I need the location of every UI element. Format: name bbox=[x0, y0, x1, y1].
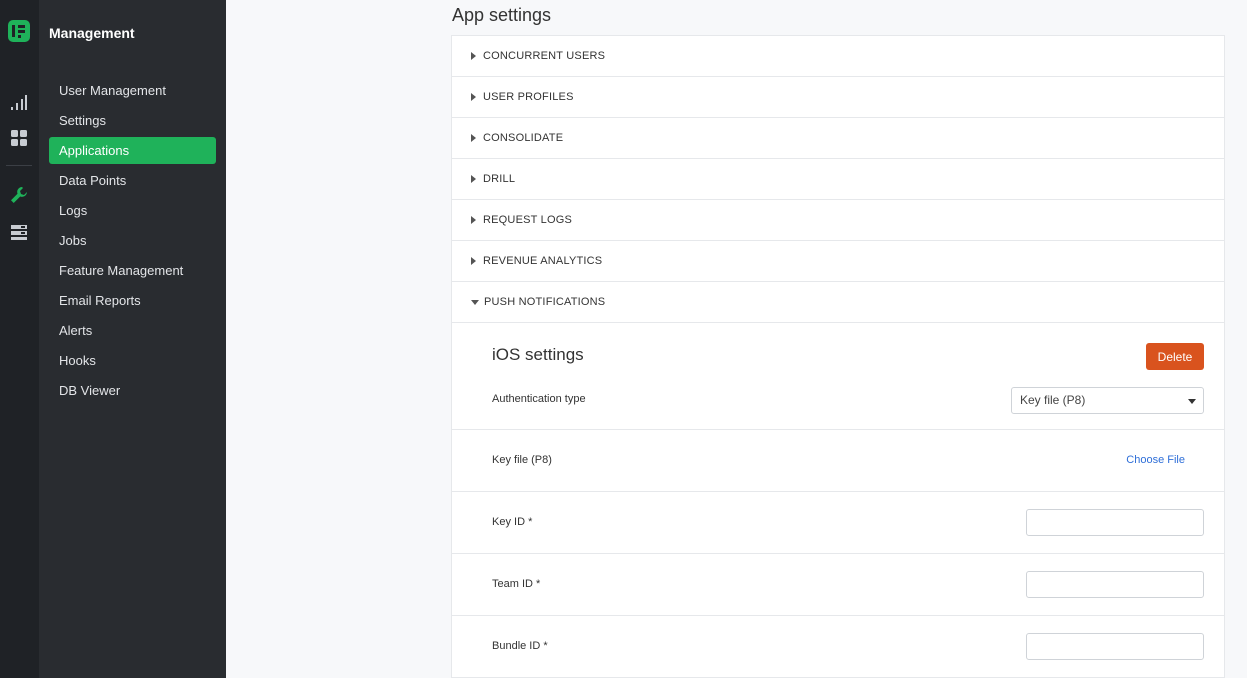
page-title: App settings bbox=[452, 5, 552, 25]
sidebar-item-settings[interactable]: Settings bbox=[49, 107, 216, 134]
chevron-down-icon bbox=[1188, 399, 1196, 404]
section-label: CONCURRENT USERS bbox=[483, 50, 606, 62]
auth-type-value: Key file (P8) bbox=[1020, 393, 1086, 407]
key-id-label: Key ID * bbox=[492, 516, 533, 528]
caret-right-icon bbox=[471, 216, 476, 224]
sidebar-title: Management bbox=[49, 25, 135, 41]
section-consolidate[interactable]: CONSOLIDATE bbox=[452, 118, 1224, 159]
section-push-notifications[interactable]: PUSH NOTIFICATIONS bbox=[452, 282, 1224, 323]
dashboard-grid-icon[interactable] bbox=[9, 128, 29, 148]
key-file-label: Key file (P8) bbox=[492, 454, 552, 466]
ios-settings-title: iOS settings bbox=[492, 345, 584, 364]
management-sidebar: Management User Management Settings Appl… bbox=[39, 0, 226, 678]
sidebar-item-db-viewer[interactable]: DB Viewer bbox=[49, 377, 216, 404]
icon-rail bbox=[0, 0, 39, 678]
sidebar-item-user-management[interactable]: User Management bbox=[49, 77, 216, 104]
wrench-icon[interactable] bbox=[9, 185, 29, 205]
sidebar-item-email-reports[interactable]: Email Reports bbox=[49, 287, 216, 314]
app-settings-panel: CONCURRENT USERS USER PROFILES CONSOLIDA… bbox=[451, 35, 1225, 678]
sidebar-item-feature-management[interactable]: Feature Management bbox=[49, 257, 216, 284]
sidebar-item-jobs[interactable]: Jobs bbox=[49, 227, 216, 254]
section-revenue-analytics[interactable]: REVENUE ANALYTICS bbox=[452, 241, 1224, 282]
rail-divider bbox=[6, 165, 32, 166]
section-label: USER PROFILES bbox=[483, 91, 574, 103]
section-label: PUSH NOTIFICATIONS bbox=[484, 296, 606, 308]
sidebar-item-applications[interactable]: Applications bbox=[49, 137, 216, 164]
ios-settings-header: iOS settings Delete Authentication type … bbox=[452, 323, 1224, 430]
sidebar-item-data-points[interactable]: Data Points bbox=[49, 167, 216, 194]
bundle-id-label: Bundle ID * bbox=[492, 640, 548, 652]
auth-type-select[interactable]: Key file (P8) bbox=[1011, 387, 1204, 414]
caret-right-icon bbox=[471, 175, 476, 183]
section-concurrent-users[interactable]: CONCURRENT USERS bbox=[452, 36, 1224, 77]
caret-right-icon bbox=[471, 134, 476, 142]
analytics-icon[interactable] bbox=[9, 93, 29, 113]
caret-right-icon bbox=[471, 257, 476, 265]
sidebar-nav: User Management Settings Applications Da… bbox=[49, 77, 216, 407]
section-label: DRILL bbox=[483, 173, 516, 185]
caret-right-icon bbox=[471, 52, 476, 60]
sidebar-item-logs[interactable]: Logs bbox=[49, 197, 216, 224]
section-label: REVENUE ANALYTICS bbox=[483, 255, 603, 267]
section-label: REQUEST LOGS bbox=[483, 214, 572, 226]
caret-right-icon bbox=[471, 93, 476, 101]
sidebar-item-hooks[interactable]: Hooks bbox=[49, 347, 216, 374]
section-request-logs[interactable]: REQUEST LOGS bbox=[452, 200, 1224, 241]
caret-down-icon bbox=[471, 299, 479, 305]
auth-type-label: Authentication type bbox=[492, 393, 586, 405]
key-id-input[interactable] bbox=[1026, 509, 1204, 536]
sidebar-item-alerts[interactable]: Alerts bbox=[49, 317, 216, 344]
section-user-profiles[interactable]: USER PROFILES bbox=[452, 77, 1224, 118]
bundle-id-input[interactable] bbox=[1026, 633, 1204, 660]
team-id-label: Team ID * bbox=[492, 578, 541, 590]
bundle-id-row: Bundle ID * bbox=[452, 616, 1224, 678]
key-file-row: Key file (P8) Choose File bbox=[452, 430, 1224, 492]
team-id-row: Team ID * bbox=[452, 554, 1224, 616]
section-drill[interactable]: DRILL bbox=[452, 159, 1224, 200]
section-label: CONSOLIDATE bbox=[483, 132, 564, 144]
logo-icon[interactable] bbox=[8, 20, 30, 42]
key-id-row: Key ID * bbox=[452, 492, 1224, 554]
delete-button[interactable]: Delete bbox=[1146, 343, 1204, 370]
database-icon[interactable] bbox=[9, 222, 29, 242]
choose-file-button[interactable]: Choose File bbox=[1126, 454, 1185, 466]
team-id-input[interactable] bbox=[1026, 571, 1204, 598]
